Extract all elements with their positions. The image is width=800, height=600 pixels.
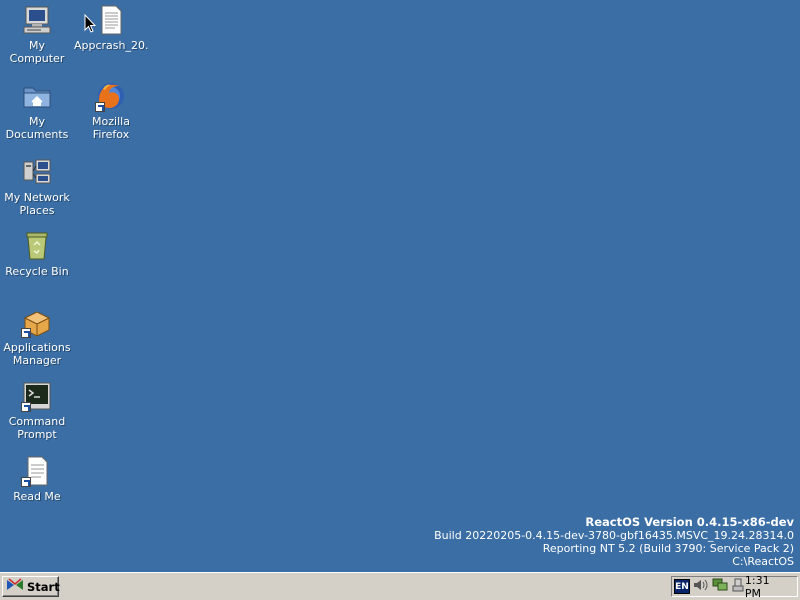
version-title: ReactOS Version 0.4.15-x86-dev [585, 515, 794, 529]
start-label: Start [27, 579, 60, 594]
desktop-icon-mozilla-firefox[interactable]: Mozilla Firefox [74, 80, 148, 141]
shortcut-arrow-icon [21, 477, 31, 487]
shortcut-arrow-icon [21, 402, 31, 412]
version-info: ReactOS Version 0.4.15-x86-dev Build 202… [434, 515, 794, 569]
safely-remove-icon[interactable] [731, 578, 745, 595]
language-indicator[interactable]: EN [674, 579, 690, 594]
desktop-icon-applications-manager[interactable]: Applications Manager [0, 306, 74, 367]
version-reporting: Reporting NT 5.2 (Build 3790: Service Pa… [542, 542, 794, 555]
desktop-icon-label: Recycle Bin [5, 265, 69, 278]
terminal-icon [21, 380, 53, 412]
desktop-icon-label: Command Prompt [8, 415, 66, 441]
shortcut-arrow-icon [21, 328, 31, 338]
desktop[interactable]: My Computer My Documents My Network Plac… [0, 0, 800, 572]
mouse-cursor-icon [84, 13, 97, 38]
desktop-icon-label: My Computer [9, 39, 65, 65]
desktop-icon-command-prompt[interactable]: Command Prompt [0, 380, 74, 441]
desktop-icon-my-network-places[interactable]: My Network Places [0, 156, 74, 217]
shortcut-arrow-icon [95, 102, 105, 112]
text-file-icon [95, 4, 127, 36]
taskbar: Start EN 1:31 PM [0, 572, 800, 600]
clock[interactable]: 1:31 PM [745, 574, 789, 600]
desktop-icon-my-documents[interactable]: My Documents [0, 80, 74, 141]
folder-documents-icon [21, 80, 53, 112]
desktop-icon-label: Appcrash_20... [74, 39, 148, 52]
desktop-icon-label: Mozilla Firefox [92, 115, 130, 141]
desktop-icon-label: Applications Manager [3, 341, 71, 367]
desktop-icon-recycle-bin[interactable]: Recycle Bin [0, 230, 74, 278]
desktop-icon-label: Read Me [13, 490, 61, 503]
reactos-logo-icon [6, 578, 24, 595]
recycle-bin-icon [21, 230, 53, 262]
start-button[interactable]: Start [2, 576, 60, 597]
desktop-icon-read-me[interactable]: Read Me [0, 455, 74, 503]
desktop-icon-label: My Network Places [4, 191, 70, 217]
version-build: Build 20220205-0.4.15-dev-3780-gbf16435.… [434, 529, 794, 542]
volume-icon[interactable] [693, 578, 709, 595]
version-path: C:\ReactOS [732, 555, 794, 568]
document-icon [21, 455, 53, 487]
network-tray-icon[interactable] [712, 578, 728, 595]
desktop-icon-label: My Documents [5, 115, 69, 141]
firefox-icon [95, 80, 127, 112]
computer-icon [21, 4, 53, 36]
desktop-icon-my-computer[interactable]: My Computer [0, 4, 74, 65]
network-icon [21, 156, 53, 188]
package-icon [21, 306, 53, 338]
system-tray: EN 1:31 PM [671, 574, 798, 600]
